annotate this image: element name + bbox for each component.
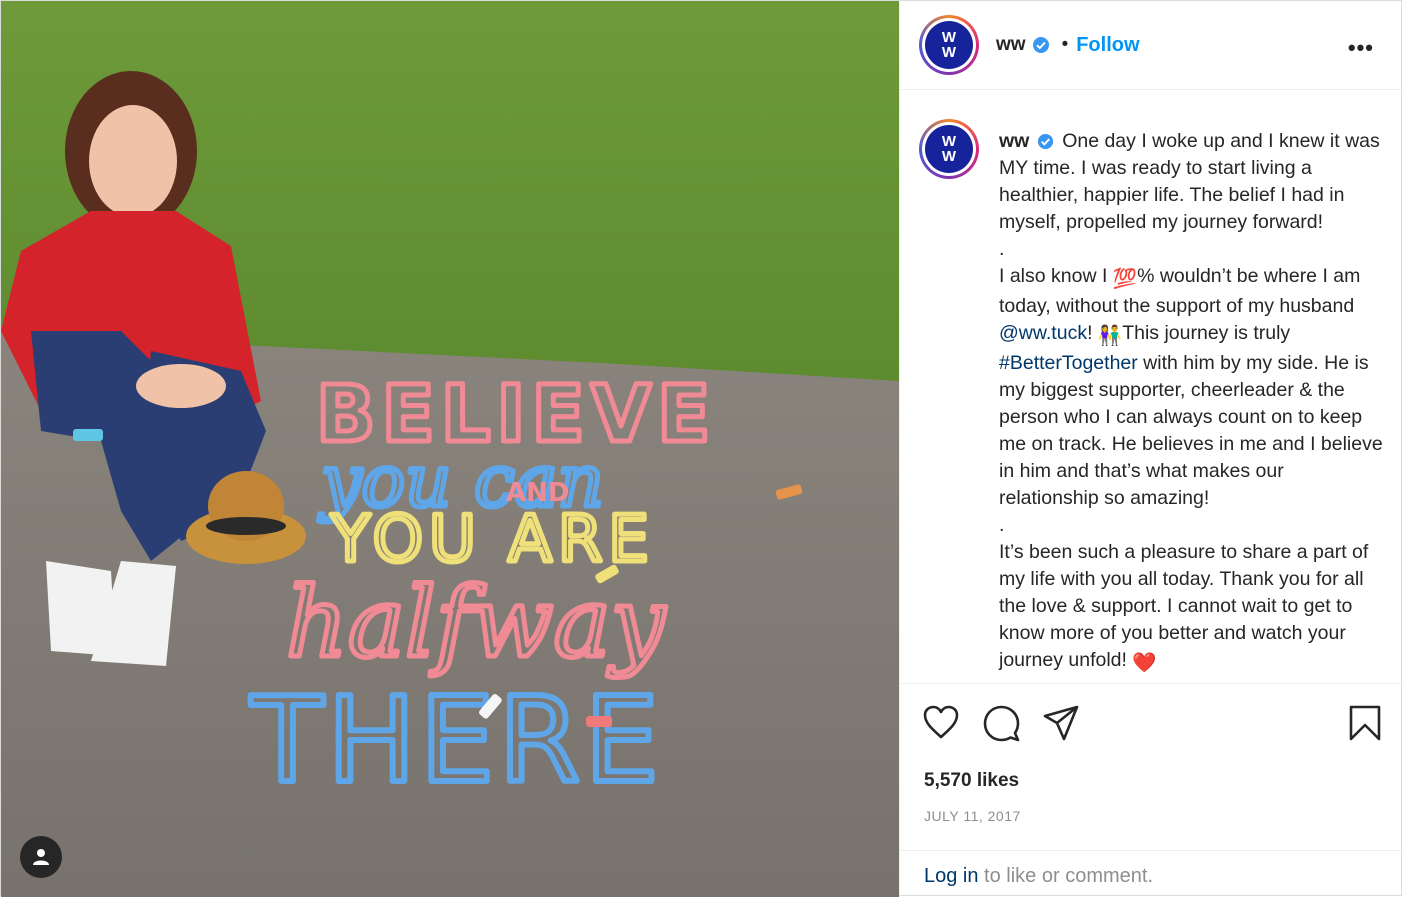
photo-illustration: BELIEVE you can AND YOU ARE halfway THER… bbox=[1, 1, 899, 897]
login-prompt-text: to like or comment. bbox=[978, 865, 1154, 887]
logo-letter: W bbox=[941, 148, 957, 165]
comment-icon[interactable] bbox=[982, 704, 1020, 742]
bookmark-icon[interactable] bbox=[1348, 704, 1382, 742]
logo-letter: W bbox=[941, 29, 957, 46]
user-tag-icon bbox=[33, 849, 49, 865]
logo-letter: W bbox=[941, 133, 957, 150]
caption-fragment: This journey is truly bbox=[1122, 322, 1291, 344]
chalk-line-4: YOU ARE bbox=[330, 503, 655, 577]
post-header: W W ww • Follow ••• bbox=[900, 1, 1402, 90]
verified-badge-icon bbox=[1037, 134, 1053, 150]
instagram-post: BELIEVE you can AND YOU ARE halfway THER… bbox=[0, 0, 1402, 897]
post-date: JULY 11, 2017 bbox=[924, 808, 1021, 824]
post-sidebar: W W ww • Follow ••• W W ww One day I wok… bbox=[899, 1, 1402, 895]
caption-paragraph: One day I woke up and I knew it was MY t… bbox=[999, 130, 1380, 233]
caption-separator: . bbox=[999, 514, 1005, 536]
caption-fragment: ! bbox=[1087, 322, 1098, 344]
more-options-icon[interactable]: ••• bbox=[1348, 35, 1374, 61]
likes-count[interactable]: 5,570 likes bbox=[924, 770, 1019, 792]
post-actions: 5,570 likes JULY 11, 2017 Log in to like… bbox=[900, 683, 1402, 896]
caption-separator: . bbox=[999, 238, 1005, 260]
action-icons bbox=[922, 704, 1382, 744]
chalk-line-5: halfway bbox=[286, 567, 667, 679]
ww-logo: W W bbox=[925, 21, 973, 69]
heart-icon[interactable] bbox=[922, 704, 960, 740]
caption-username[interactable]: ww bbox=[999, 130, 1029, 152]
chalk-line-6: THERE bbox=[250, 671, 663, 809]
verified-badge-icon bbox=[1032, 37, 1049, 53]
user-tag-button[interactable] bbox=[20, 836, 62, 878]
avatar[interactable]: W W bbox=[919, 119, 979, 179]
chalk-piece bbox=[586, 716, 612, 727]
caption-fragment: I also know I bbox=[999, 265, 1113, 287]
avatar[interactable]: W W bbox=[919, 15, 979, 75]
caption-area: W W ww One day I woke up and I knew it w… bbox=[900, 90, 1402, 682]
post-photo[interactable]: BELIEVE you can AND YOU ARE halfway THER… bbox=[1, 1, 899, 897]
follow-button[interactable]: Follow bbox=[1076, 34, 1139, 57]
caption-text: ww One day I woke up and I knew it was M… bbox=[999, 128, 1385, 677]
separator-dot: • bbox=[1061, 34, 1069, 55]
login-prompt: Log in to like or comment. bbox=[900, 850, 1402, 897]
heart-emoji: ❤️ bbox=[1132, 652, 1157, 674]
share-icon[interactable] bbox=[1042, 704, 1080, 742]
ww-logo: W W bbox=[925, 125, 973, 173]
mention-link[interactable]: @ww.tuck bbox=[999, 322, 1087, 344]
hundred-points-emoji: 💯 bbox=[1112, 268, 1138, 290]
caption-fragment: with him by my side. He is my biggest su… bbox=[999, 352, 1383, 509]
hashtag-link[interactable]: #BetterTogether bbox=[999, 352, 1138, 374]
login-link[interactable]: Log in bbox=[924, 865, 979, 887]
chalk-writing: BELIEVE you can AND YOU ARE halfway THER… bbox=[247, 368, 713, 813]
username-link[interactable]: ww bbox=[996, 34, 1026, 56]
couple-emoji: 👫 bbox=[1097, 325, 1123, 347]
caption-paragraph: It’s been such a pleasure to share a par… bbox=[999, 541, 1369, 671]
logo-letter: W bbox=[941, 44, 957, 61]
